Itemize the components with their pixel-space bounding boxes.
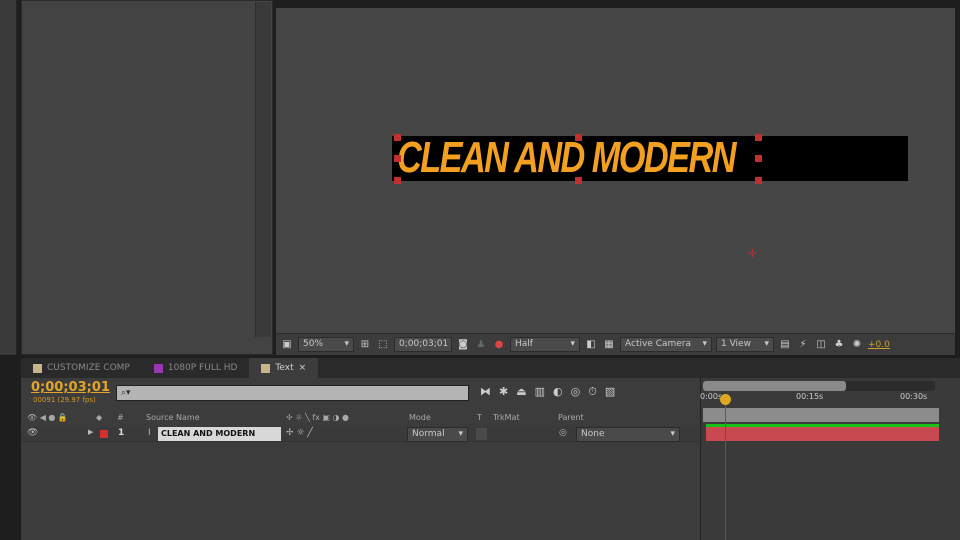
trkmat-header: TrkMat	[493, 413, 520, 422]
project-scrollbar[interactable]	[255, 2, 271, 337]
selection-handle[interactable]	[755, 134, 762, 141]
left-panel-strip	[0, 0, 18, 355]
close-icon[interactable]: ×	[299, 363, 307, 373]
ruler-label: 0:00s	[700, 392, 723, 401]
layer-duration-bar[interactable]	[706, 427, 939, 441]
selection-handle[interactable]	[394, 155, 401, 162]
roi-icon[interactable]: ◧	[584, 338, 598, 352]
timeline-icon[interactable]: ◫	[814, 338, 828, 352]
project-panel	[21, 0, 273, 355]
ruler-label: 00:15s	[796, 392, 824, 401]
fit-icon[interactable]: ⊞	[358, 338, 372, 352]
current-time[interactable]: 0;00;03;01	[31, 380, 110, 395]
selection-handle[interactable]	[575, 134, 582, 141]
mode-header: Mode	[409, 413, 431, 422]
layer-name[interactable]: CLEAN AND MODERN	[158, 427, 281, 441]
selection-handle[interactable]	[575, 177, 582, 184]
anchor-point-icon: ✛	[748, 247, 758, 260]
comp-color-icon	[153, 363, 163, 373]
views-dropdown[interactable]: 1 View ▾	[716, 337, 774, 352]
tab-1080p-full-hd[interactable]: 1080P FULL HD	[142, 358, 250, 378]
comp-text[interactable]: CLEAN AND MODERN	[397, 133, 736, 183]
tab-label: 1080P FULL HD	[167, 363, 238, 373]
mode-value: Normal	[412, 429, 445, 439]
parent-header: Parent	[558, 413, 584, 422]
chevron-down-icon: ▾	[702, 339, 707, 349]
comp-mini-flowchart-icon[interactable]: ⧓	[480, 385, 491, 399]
frame-info: 00091 (29.97 fps)	[33, 396, 96, 404]
motion-blur-icon[interactable]: ◐	[553, 385, 563, 399]
flowchart-icon[interactable]: ♣	[832, 338, 846, 352]
expand-arrow-icon[interactable]: ▶	[88, 428, 93, 436]
resolution-value: Half	[515, 339, 533, 349]
tab-label: Text	[275, 363, 294, 373]
tab-customize-comp[interactable]: CUSTOMIZE COMP	[21, 358, 142, 378]
mode-dropdown[interactable]: Normal ▾	[407, 427, 468, 442]
time-navigator-range[interactable]	[703, 381, 846, 391]
stopwatch-icon[interactable]: ⏱	[588, 385, 597, 399]
parent-dropdown[interactable]: None ▾	[576, 427, 680, 442]
selection-handle[interactable]	[755, 155, 762, 162]
pickwhip-icon[interactable]: ◎	[559, 428, 567, 438]
person-icon[interactable]: ♟	[474, 338, 488, 352]
graph-editor-icon[interactable]: ◎	[571, 385, 581, 399]
transparency-grid-icon[interactable]: ▦	[602, 338, 616, 352]
zoom-dropdown[interactable]: 50% ▾	[298, 337, 354, 352]
search-input[interactable]: ⌕▾	[116, 385, 469, 401]
timecode-field[interactable]: 0;00;03;01	[394, 337, 452, 352]
parent-value: None	[581, 429, 605, 439]
label-color[interactable]	[100, 430, 108, 438]
chevron-down-icon: ▾	[344, 339, 349, 349]
label-header-icon: ◆	[96, 413, 103, 422]
time-graph[interactable]	[700, 378, 960, 540]
frame-blending-icon[interactable]: ▥	[535, 385, 545, 399]
tab-text[interactable]: Text ×	[249, 358, 319, 378]
camera-value: Active Camera	[625, 339, 692, 349]
selection-handle[interactable]	[755, 177, 762, 184]
shy-icon[interactable]: ⏏	[516, 385, 526, 399]
layer-switch-icons[interactable]: ✢ ☼ ╱	[286, 428, 313, 438]
chevron-down-icon: ▾	[670, 429, 675, 439]
fast-preview-icon[interactable]: ⚡	[796, 338, 810, 352]
playhead-handle[interactable]	[720, 394, 731, 405]
num-header: #	[117, 413, 124, 422]
t-header: T	[477, 413, 482, 422]
comp-color-icon	[261, 363, 271, 373]
timeline-tabs: CUSTOMIZE COMP 1080P FULL HD Text ×	[21, 358, 960, 378]
region-icon[interactable]: ▣	[280, 338, 294, 352]
eye-icon[interactable]: 👁	[27, 428, 38, 438]
toggle-pixel-icon[interactable]: ▤	[778, 338, 792, 352]
chevron-down-icon: ▾	[764, 339, 769, 349]
camera-icon[interactable]: ◙	[456, 338, 470, 352]
mask-icon[interactable]: ⬚	[376, 338, 390, 352]
comp-color-icon	[33, 363, 42, 373]
channels-icon[interactable]: ●	[492, 338, 506, 352]
playhead-line[interactable]	[725, 398, 726, 540]
source-name-header[interactable]: Source Name	[146, 411, 200, 425]
layer-switches-header: ✢ ☼ ╲ fx ▣ ◑ ●	[286, 413, 350, 422]
av-switches-header: 👁 ◀ ● 🔒	[27, 413, 68, 422]
ruler-label: 00:30s	[900, 392, 928, 401]
selection-handle[interactable]	[394, 134, 401, 141]
brainstorm-icon[interactable]: ▧	[605, 385, 615, 399]
tab-label: CUSTOMIZE COMP	[47, 363, 130, 373]
chevron-down-icon: ▾	[570, 339, 575, 349]
work-area-bar[interactable]	[703, 408, 939, 422]
draft-3d-icon[interactable]: ✱	[499, 385, 508, 399]
resolution-dropdown[interactable]: Half ▾	[510, 337, 580, 352]
zoom-value: 50%	[303, 339, 324, 349]
selection-handle[interactable]	[394, 177, 401, 184]
exposure-icon[interactable]: ✺	[850, 338, 864, 352]
views-value: 1 View	[721, 339, 751, 349]
viewer-toolbar: ▣ 50% ▾ ⊞ ⬚ 0;00;03;01 ◙ ♟ ● Half ▾ ◧ ▦ Ac…	[276, 333, 955, 355]
layer-index: 1	[118, 428, 125, 438]
camera-dropdown[interactable]: Active Camera ▾	[620, 337, 712, 352]
text-layer-icon: Ⅰ	[148, 428, 151, 438]
timeline-switches: ⧓ ✱ ⏏ ▥ ◐ ◎ ⏱ ▧	[480, 385, 615, 399]
preserve-transparency-checkbox[interactable]	[476, 428, 487, 440]
exposure-value[interactable]: +0.0	[868, 340, 890, 350]
chevron-down-icon: ▾	[458, 429, 463, 439]
